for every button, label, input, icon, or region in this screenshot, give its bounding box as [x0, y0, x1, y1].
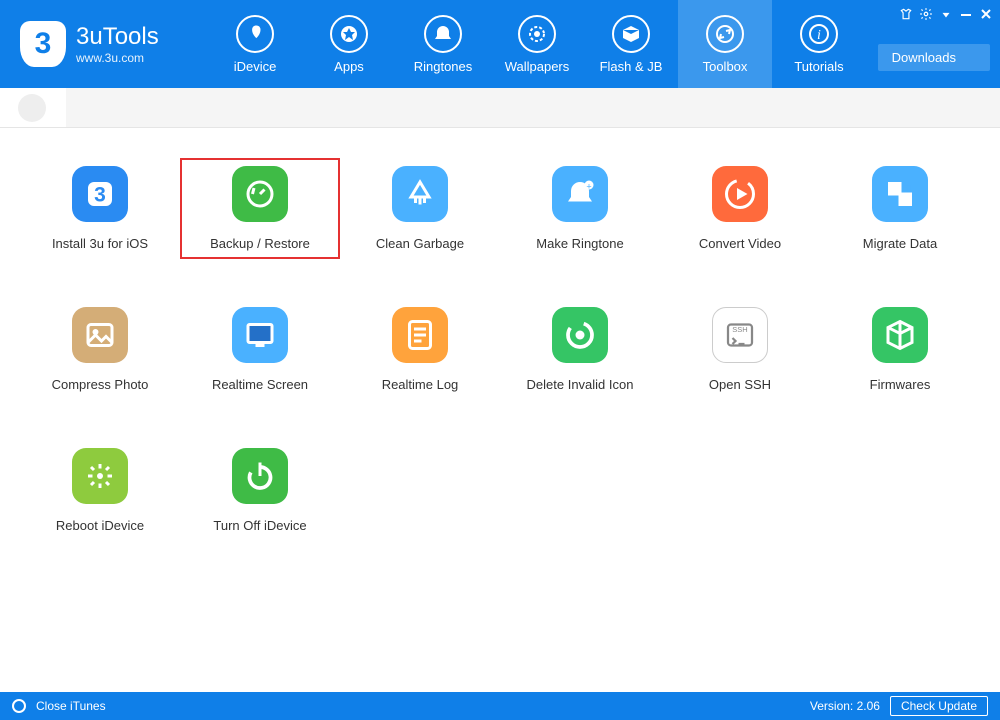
tool-label: Convert Video [699, 236, 781, 251]
tool-label: Realtime Screen [212, 377, 308, 392]
logo-icon: 3 [20, 21, 66, 67]
nav-icon [236, 15, 274, 53]
main-nav: iDevice Apps Ringtones Wallpapers Flash & JB… [208, 0, 866, 88]
nav-ringtones[interactable]: Ringtones [396, 0, 490, 88]
app-site: www.3u.com [76, 51, 159, 65]
power-icon [232, 448, 288, 504]
close-itunes-icon [12, 699, 26, 713]
nav-label: Apps [334, 59, 364, 74]
tool-label: Backup / Restore [210, 236, 310, 251]
tool-migrate[interactable]: Migrate Data [820, 158, 980, 259]
device-bar [0, 88, 1000, 128]
tool-label: Realtime Log [382, 377, 459, 392]
tool-backup[interactable]: Backup / Restore [180, 158, 340, 259]
tool-convert[interactable]: Convert Video [660, 158, 820, 259]
app-title: 3uTools [76, 23, 159, 51]
download-icon [964, 52, 976, 64]
tool-grid: 3 Install 3u for iOS Backup / Restore Clean… [20, 158, 980, 541]
tool-photo[interactable]: Compress Photo [20, 299, 180, 400]
ssh-icon: SSH [712, 307, 768, 363]
svg-text:SSH: SSH [732, 325, 747, 334]
tool-screen[interactable]: Realtime Screen [180, 299, 340, 400]
tool-install3u[interactable]: 3 Install 3u for iOS [20, 158, 180, 259]
tool-ringtone[interactable]: + Make Ringtone [500, 158, 660, 259]
delicon-icon [552, 307, 608, 363]
log-icon [392, 307, 448, 363]
window-controls [896, 4, 996, 24]
tool-clean[interactable]: Clean Garbage [340, 158, 500, 259]
device-status-icon [18, 94, 46, 122]
nav-label: Ringtones [414, 59, 473, 74]
toolbox-panel: 3 Install 3u for iOS Backup / Restore Clean… [0, 128, 1000, 692]
nav-wallpapers[interactable]: Wallpapers [490, 0, 584, 88]
nav-icon [706, 15, 744, 53]
tool-power[interactable]: Turn Off iDevice [180, 440, 340, 541]
reboot-icon [72, 448, 128, 504]
tool-label: Migrate Data [863, 236, 937, 251]
svg-text:+: + [586, 182, 591, 192]
convert-icon [712, 166, 768, 222]
device-bar-spacer [66, 88, 1000, 127]
tool-label: Install 3u for iOS [52, 236, 148, 251]
nav-flash-jb[interactable]: Flash & JB [584, 0, 678, 88]
clean-icon [392, 166, 448, 222]
tool-log[interactable]: Realtime Log [340, 299, 500, 400]
photo-icon [72, 307, 128, 363]
tool-reboot[interactable]: Reboot iDevice [20, 440, 180, 541]
tool-label: Delete Invalid Icon [527, 377, 634, 392]
nav-idevice[interactable]: iDevice [208, 0, 302, 88]
tool-label: Compress Photo [52, 377, 149, 392]
check-update-button[interactable]: Check Update [890, 696, 988, 716]
ringtone-icon: + [552, 166, 608, 222]
downloads-label: Downloads [892, 50, 956, 65]
tool-ssh[interactable]: SSH Open SSH [660, 299, 820, 400]
firmware-icon [872, 307, 928, 363]
tool-label: Open SSH [709, 377, 771, 392]
status-bar: Close iTunes Version: 2.06 Check Update [0, 692, 1000, 720]
backup-icon [232, 166, 288, 222]
nav-icon: i [800, 15, 838, 53]
close-button[interactable] [976, 4, 996, 24]
tool-delicon[interactable]: Delete Invalid Icon [500, 299, 660, 400]
tool-label: Turn Off iDevice [213, 518, 306, 533]
tool-label: Clean Garbage [376, 236, 464, 251]
screen-icon [232, 307, 288, 363]
nav-toolbox[interactable]: Toolbox [678, 0, 772, 88]
nav-icon [424, 15, 462, 53]
install3u-icon: 3 [72, 166, 128, 222]
close-itunes-button[interactable]: Close iTunes [36, 699, 106, 713]
nav-label: Flash & JB [600, 59, 663, 74]
tool-firmware[interactable]: Firmwares [820, 299, 980, 400]
nav-icon [612, 15, 650, 53]
logo-text: 3uTools www.3u.com [76, 23, 159, 65]
app-header: 3 3uTools www.3u.com iDevice Apps Ringtone… [0, 0, 1000, 88]
settings-icon[interactable] [916, 4, 936, 24]
nav-tutorials[interactable]: i Tutorials [772, 0, 866, 88]
nav-label: Wallpapers [505, 59, 570, 74]
nav-icon [518, 15, 556, 53]
nav-label: Tutorials [794, 59, 843, 74]
tool-label: Make Ringtone [536, 236, 623, 251]
pin-icon[interactable] [936, 4, 956, 24]
svg-text:i: i [817, 28, 821, 43]
version-label: Version: 2.06 [810, 699, 880, 713]
logo-block: 3 3uTools www.3u.com [0, 0, 208, 88]
downloads-button[interactable]: Downloads [878, 44, 990, 71]
svg-text:3: 3 [94, 184, 106, 207]
minimize-button[interactable] [956, 4, 976, 24]
tool-label: Firmwares [870, 377, 931, 392]
nav-label: iDevice [234, 59, 277, 74]
shirt-icon[interactable] [896, 4, 916, 24]
nav-label: Toolbox [703, 59, 748, 74]
migrate-icon [872, 166, 928, 222]
tool-label: Reboot iDevice [56, 518, 144, 533]
nav-icon [330, 15, 368, 53]
nav-apps[interactable]: Apps [302, 0, 396, 88]
